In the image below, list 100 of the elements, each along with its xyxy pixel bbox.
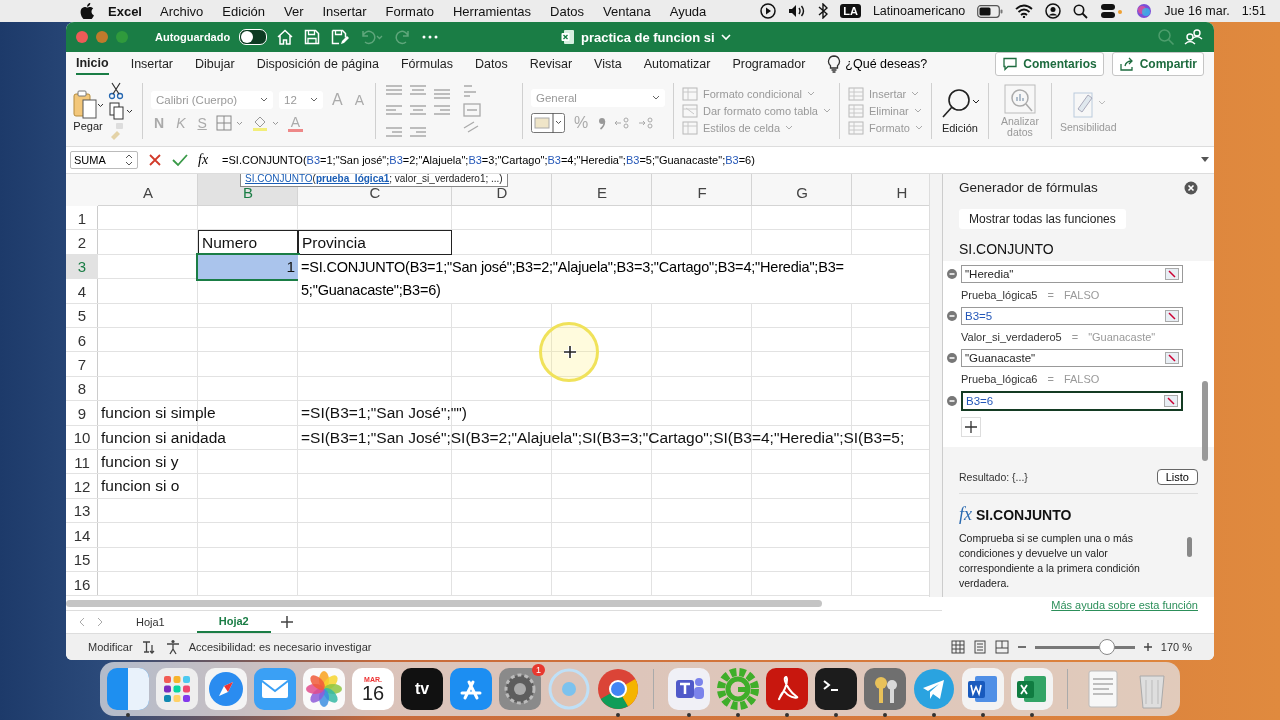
autosave-toggle[interactable] xyxy=(239,29,268,45)
ribbon-tab[interactable]: Automatizar xyxy=(643,54,711,74)
row-header[interactable]: 5 xyxy=(66,303,98,328)
row-header[interactable]: 14 xyxy=(66,523,98,548)
add-argument-button[interactable] xyxy=(961,417,981,437)
row-header[interactable]: 7 xyxy=(66,352,98,377)
macro-recording-icon[interactable] xyxy=(140,639,157,655)
copy-icon[interactable] xyxy=(108,102,134,120)
collapse-dialog-icon[interactable] xyxy=(1165,268,1179,280)
finder-icon[interactable] xyxy=(106,667,150,711)
add-sheet-icon[interactable] xyxy=(280,616,293,628)
home-icon[interactable] xyxy=(276,28,295,46)
cell-editor[interactable]: =SI.CONJUNTO(B3=1;"San josé";B3=2;"Alajuela";B3=3;"Cartago";B3=4;"Heredia";B3= 5;"Guanacaste";B3=6) xyxy=(298,254,929,303)
volume-icon[interactable] xyxy=(788,4,807,18)
argument-field[interactable]: "Heredia" xyxy=(961,265,1183,283)
search-icon[interactable] xyxy=(1073,3,1089,19)
wifi-icon[interactable] xyxy=(1015,4,1034,18)
argument-field[interactable]: "Guanacaste" xyxy=(961,349,1183,367)
row-header[interactable]: 9 xyxy=(66,401,98,426)
date-label[interactable]: Jue 16 mar. xyxy=(1164,4,1230,18)
paper-plane-icon[interactable] xyxy=(912,667,956,711)
accessibility-icon[interactable] xyxy=(164,639,181,655)
word-icon[interactable] xyxy=(961,667,1005,711)
table-cell[interactable]: funcion si o xyxy=(98,474,198,499)
apple-icon[interactable] xyxy=(80,3,94,19)
app-store-icon[interactable] xyxy=(449,667,493,711)
table-cell[interactable]: =SI(B3=1;"San José";SI(B3=2;"Alajuela";SI(B3=3;"Cartago";SI(B3=4;"Heredia";SI(B3=5; xyxy=(298,425,908,450)
remove-icon[interactable] xyxy=(947,396,957,406)
row-header[interactable]: 10 xyxy=(66,425,98,450)
teams-icon[interactable] xyxy=(667,667,711,711)
collapse-dialog-icon[interactable] xyxy=(1165,310,1179,322)
argument-field[interactable]: B3=6 xyxy=(961,391,1183,411)
sheet-tab[interactable]: Hoja1 xyxy=(114,612,187,632)
tv-app-icon[interactable]: tv xyxy=(401,668,443,710)
menu-item[interactable]: Ventana xyxy=(603,3,651,19)
help-link[interactable]: Más ayuda sobre esta función xyxy=(1051,599,1198,611)
page-layout-icon[interactable] xyxy=(972,640,987,654)
row-header[interactable]: 13 xyxy=(66,498,98,524)
menu-item[interactable]: Formato xyxy=(385,3,434,19)
ribbon-tab[interactable]: Insertar xyxy=(130,54,174,74)
table-cell[interactable]: funcion si y xyxy=(98,449,198,475)
row-header[interactable]: 4 xyxy=(66,279,98,304)
name-box[interactable]: SUMA xyxy=(70,151,138,169)
row-header[interactable]: 16 xyxy=(66,571,98,597)
expand-icon[interactable] xyxy=(1200,156,1210,164)
gear-icon[interactable] xyxy=(498,667,542,711)
row-header[interactable]: 1 xyxy=(66,206,98,231)
menu-item[interactable]: Insertar xyxy=(322,3,367,19)
editing-button[interactable]: Edición xyxy=(939,88,980,134)
zoom-in-icon[interactable] xyxy=(1142,642,1153,652)
comma-style-icon[interactable] xyxy=(597,115,608,131)
menu-item[interactable]: Ver xyxy=(284,3,304,19)
tell-me-field[interactable]: ¿Qué deseas? xyxy=(845,57,928,71)
control-center-icon[interactable] xyxy=(1100,3,1125,19)
menu-item[interactable]: Edición xyxy=(222,3,265,19)
row-header[interactable]: 12 xyxy=(66,474,98,499)
normal-view-icon[interactable] xyxy=(950,640,965,654)
ribbon-tab[interactable]: Disposición de página xyxy=(256,54,379,74)
ribbon-tab[interactable]: Fórmulas xyxy=(400,54,454,74)
ribbon-tab[interactable]: Dibujar xyxy=(195,54,235,74)
pdf-icon[interactable] xyxy=(765,667,809,711)
table-cell[interactable]: Numero xyxy=(198,230,298,255)
argument-field[interactable]: B3=5 xyxy=(961,307,1183,325)
row-header[interactable]: 2 xyxy=(66,230,98,255)
play-icon[interactable] xyxy=(760,3,777,19)
done-button[interactable]: Listo xyxy=(1156,469,1198,485)
description-scrollbar[interactable] xyxy=(1187,537,1192,557)
table-cell[interactable]: 1 xyxy=(198,254,298,280)
remove-icon[interactable] xyxy=(947,269,957,279)
cancel-icon[interactable] xyxy=(148,153,162,167)
input-source-badge[interactable]: LA xyxy=(840,4,861,18)
spreadsheet-icon[interactable] xyxy=(1010,667,1054,711)
remove-icon[interactable] xyxy=(947,311,957,321)
input-source-label[interactable]: Latinoamericano xyxy=(872,4,966,18)
show-all-functions-button[interactable]: Mostrar todas las funciones xyxy=(959,209,1126,229)
row-header[interactable]: 15 xyxy=(66,547,98,572)
flower-icon[interactable] xyxy=(302,667,346,711)
ribbon-tab[interactable]: Vista xyxy=(594,54,622,74)
compass-icon[interactable] xyxy=(204,667,248,711)
table-cell[interactable]: =SI(B3=1;"San José";"") xyxy=(298,401,470,426)
collapse-dialog-icon[interactable] xyxy=(1165,352,1179,364)
user-icon[interactable] xyxy=(1045,3,1062,19)
collapse-dialog-icon[interactable] xyxy=(1164,395,1178,407)
check-icon[interactable] xyxy=(172,153,188,167)
column-header[interactable]: H xyxy=(852,174,929,206)
panel-scrollbar[interactable] xyxy=(1202,381,1208,461)
zoom-slider-thumb[interactable] xyxy=(1098,639,1115,655)
app-menu[interactable]: Excel xyxy=(108,3,142,19)
people-icon[interactable] xyxy=(1184,28,1204,46)
menu-item[interactable]: Herramientas xyxy=(453,3,531,19)
siri-icon[interactable] xyxy=(1136,3,1153,19)
browser-icon[interactable] xyxy=(596,667,640,711)
battery-icon[interactable] xyxy=(977,4,1004,18)
accessibility-status[interactable]: Accesibilidad: es necesario investigar xyxy=(188,641,372,653)
close-icon[interactable] xyxy=(1184,180,1198,195)
time-label[interactable]: 1:51 xyxy=(1241,4,1266,18)
row-header[interactable]: 11 xyxy=(66,449,98,475)
menu-item[interactable]: Archivo xyxy=(160,3,204,19)
envelope-icon[interactable] xyxy=(253,667,297,711)
table-cell[interactable]: funcion si anidada xyxy=(98,425,229,450)
